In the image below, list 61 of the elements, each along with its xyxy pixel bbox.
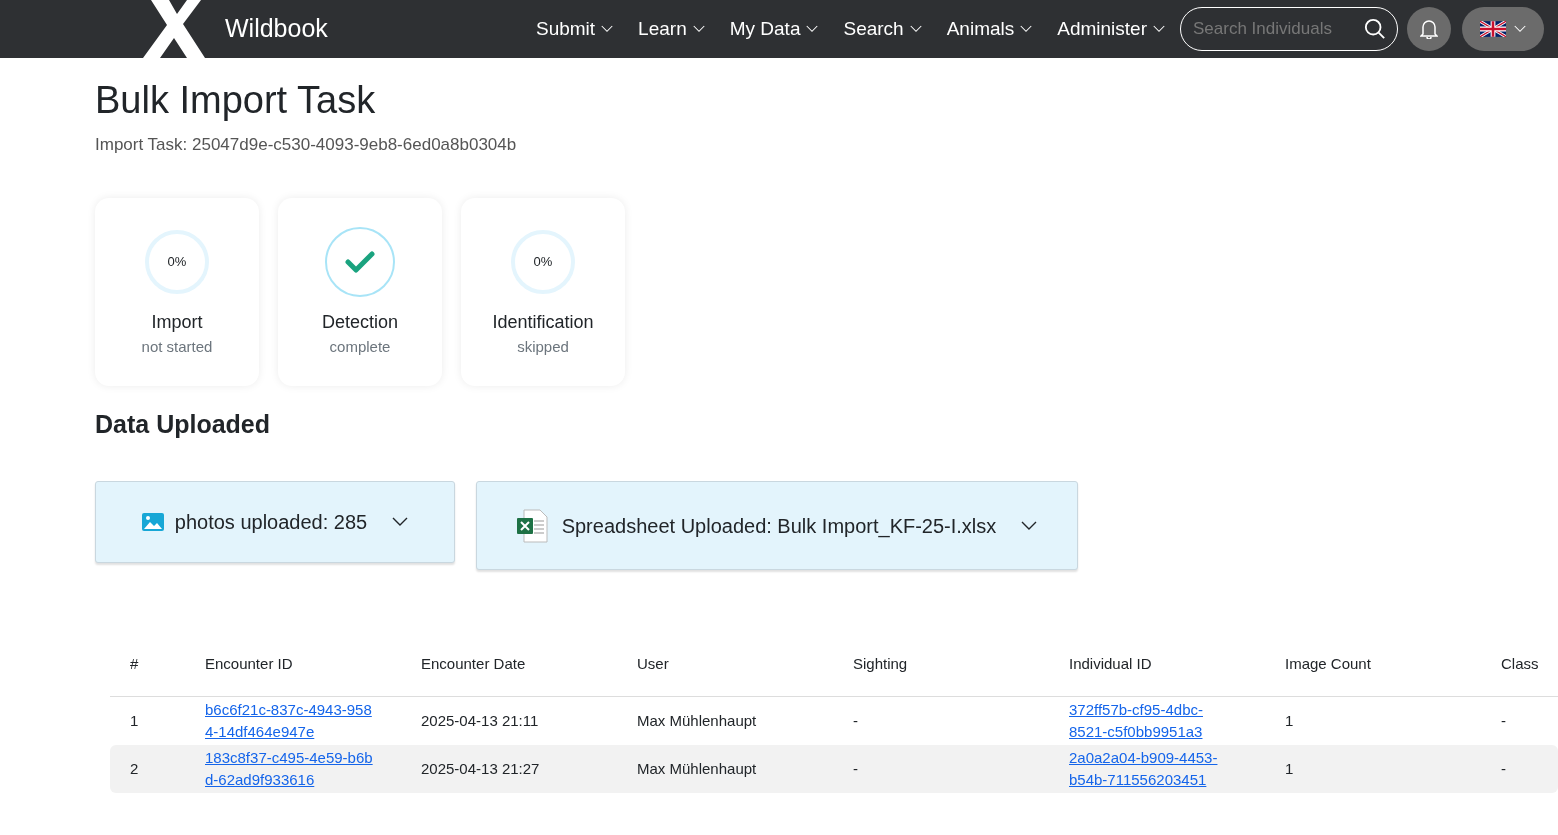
nav-menu-item[interactable]: My Data <box>729 14 819 44</box>
table-cell-text: - <box>853 758 859 779</box>
column-header: User <box>637 653 670 674</box>
chevron-down-icon <box>601 25 614 33</box>
column-header: Encounter ID <box>205 653 294 674</box>
page-title: Bulk Import Task <box>95 78 377 123</box>
import-task-id: Import Task: 25047d9e-c530-4093-9eb8-6ed0a8b0304b <box>95 134 518 156</box>
chevron-down-icon <box>1020 25 1033 33</box>
chevron-down-icon <box>391 517 410 527</box>
chevron-down-icon <box>806 25 819 33</box>
image-icon <box>140 512 165 532</box>
step-label: Detection <box>321 310 398 334</box>
language-button[interactable] <box>1462 7 1544 51</box>
notification-button[interactable] <box>1407 7 1451 51</box>
brand-name[interactable]: Wildbook <box>225 10 328 48</box>
upload-panel[interactable]: Spreadsheet Uploaded: Bulk Import_KF-25-I.xlsx <box>476 481 1078 570</box>
step-label: Identification <box>492 310 594 334</box>
spreadsheet-file-icon <box>515 508 548 543</box>
upload-panel[interactable]: photos uploaded: 285 <box>95 481 455 563</box>
chevron-down-icon <box>1020 520 1039 531</box>
chevron-down-icon <box>909 25 922 33</box>
chevron-down-icon <box>692 25 705 33</box>
table-cell-text: 2025-04-13 21:11 <box>421 710 540 731</box>
table-cell-text: 2025-04-13 21:27 <box>421 758 541 779</box>
id-link[interactable]: 2a0a2a04-b909-4453-b54b-711556203451 <box>1069 747 1229 791</box>
id-link[interactable]: 372ff57b-cf95-4dbc-8521-c5f0bb9951a3 <box>1069 699 1229 743</box>
progress-ring: 0% <box>511 229 575 294</box>
column-header: Sighting <box>853 653 909 674</box>
nav-menu-item[interactable]: Search <box>843 14 922 44</box>
table-cell-text: - <box>853 710 859 731</box>
nav-menu-item[interactable]: Submit <box>535 14 614 44</box>
search-field[interactable]: Search Individuals <box>1180 7 1398 51</box>
id-link[interactable]: 183c8f37-c495-4e59-b6bd-62ad9f933616 <box>205 747 377 791</box>
bell-icon <box>1420 19 1438 39</box>
step-status: complete <box>329 336 391 357</box>
table-cell-text: 1 <box>1285 710 1295 731</box>
table-cell-text: - <box>1501 758 1507 779</box>
flag-icon <box>1480 21 1506 37</box>
section-heading: Data Uploaded <box>95 408 272 440</box>
table-cell-text: Max Mühlenhaupt <box>637 758 758 779</box>
table-cell-text: 1 <box>129 710 140 731</box>
step-label: Import <box>151 310 203 334</box>
progress-ring: 0% <box>145 229 209 294</box>
search-icon[interactable] <box>1364 18 1386 40</box>
chevron-down-icon <box>1514 25 1526 33</box>
column-header: Encounter Date <box>421 653 527 674</box>
column-header: # <box>129 653 140 674</box>
table-cell-text: 1 <box>1285 758 1295 779</box>
column-header: Class <box>1501 653 1540 674</box>
column-header: Individual ID <box>1069 653 1153 674</box>
nav-menu-item[interactable]: Administer <box>1057 14 1165 44</box>
step-status: not started <box>141 336 213 357</box>
table-cell-text: Max Mühlenhaupt <box>637 710 758 731</box>
column-header: Image Count <box>1285 653 1372 674</box>
table-cell-text: - <box>1501 710 1507 731</box>
step-status: skipped <box>517 336 569 357</box>
nav-menu-item[interactable]: Animals <box>946 14 1033 44</box>
id-link[interactable]: b6c6f21c-837c-4943-9584-14df464e947e <box>205 699 377 743</box>
table-cell-text: 2 <box>129 758 140 779</box>
nav-menu-item[interactable]: Learn <box>638 14 705 44</box>
chevron-down-icon <box>1153 25 1165 33</box>
